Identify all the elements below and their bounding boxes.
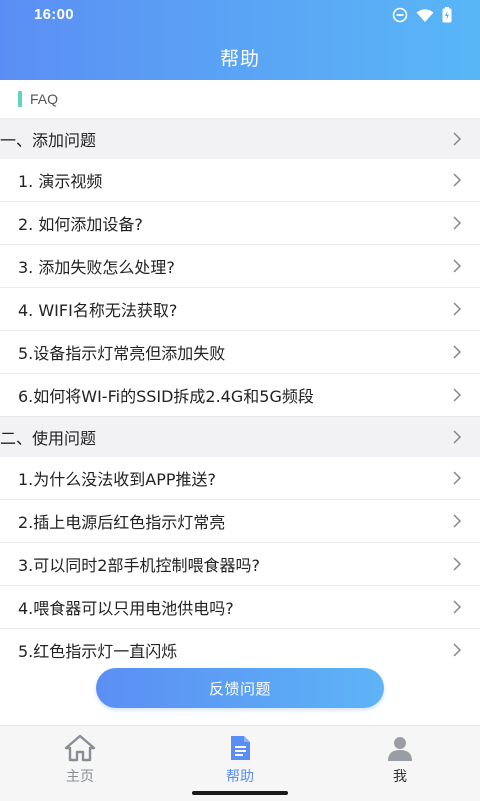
list-item[interactable]: 1. 演示视频 [0,159,480,202]
chevron-right-icon [453,345,462,359]
feedback-button[interactable]: 反馈问题 [96,668,384,708]
faq-label-text: FAQ [30,91,59,107]
document-icon [231,736,250,760]
chevron-right-icon [453,302,462,316]
tab-me[interactable]: 我 [340,734,460,786]
list-item[interactable]: 5.设备指示灯常亮但添加失败 [0,331,480,374]
list-item-label: 6.如何将WI-Fi的SSID拆成2.4G和5G频段 [18,387,314,406]
bottom-tab-bar: 主页 帮助 我 [0,725,480,801]
list-item-label: 2.插上电源后红色指示灯常亮 [18,513,226,532]
list-item[interactable]: 2. 如何添加设备? [0,202,480,245]
chevron-right-icon [453,471,462,485]
list-item-label: 4. WIFI名称无法获取? [18,301,178,320]
chevron-right-icon [453,557,462,571]
tab-label: 帮助 [226,769,254,785]
section-title: 一、添加问题 [0,131,97,150]
list-item[interactable]: 1.为什么没法收到APP推送? [0,457,480,500]
list-item[interactable]: 5.红色指示灯一直闪烁 [0,629,480,671]
list-item-label: 5.设备指示灯常亮但添加失败 [18,344,226,363]
feedback-area: 反馈问题 [0,668,480,708]
list-item-label: 1. 演示视频 [18,172,103,191]
tab-help[interactable]: 帮助 [180,734,300,786]
list-item[interactable]: 6.如何将WI-Fi的SSID拆成2.4G和5G频段 [0,374,480,416]
faq-marker [18,91,22,107]
list-item-label: 3.可以同时2部手机控制喂食器吗? [18,556,260,575]
status-icons [392,7,452,23]
chevron-right-icon [453,388,462,402]
do-not-disturb-icon [392,7,408,23]
tab-label: 我 [393,769,407,785]
section-items-add: 1. 演示视频 2. 如何添加设备? 3. 添加失败怎么处理? 4. WIFI名… [0,159,480,416]
list-item-label: 2. 如何添加设备? [18,215,143,234]
home-icon [64,734,96,762]
chevron-right-icon [453,430,462,444]
status-bar: 16:00 [0,0,480,30]
section-items-usage: 1.为什么没法收到APP推送? 2.插上电源后红色指示灯常亮 3.可以同时2部手… [0,457,480,671]
page-title: 帮助 [219,48,260,70]
app-header: 16:00 帮助 [0,0,480,80]
section-header-usage[interactable]: 二、使用问题 [0,416,480,457]
chevron-right-icon [453,259,462,273]
section-header-add[interactable]: 一、添加问题 [0,118,480,159]
section-title: 二、使用问题 [0,429,97,448]
list-item-label: 4.喂食器可以只用电池供电吗? [18,599,234,618]
wifi-icon [416,8,434,22]
chevron-right-icon [453,173,462,187]
faq-content: FAQ 一、添加问题 1. 演示视频 2. 如何添加设备? 3. 添加失败怎么处… [0,80,480,725]
list-item[interactable]: 4. WIFI名称无法获取? [0,288,480,331]
status-time: 16:00 [34,6,74,23]
chevron-right-icon [453,514,462,528]
chevron-right-icon [453,643,462,657]
list-item-label: 1.为什么没法收到APP推送? [18,470,217,489]
person-icon [388,737,412,761]
list-item[interactable]: 3.可以同时2部手机控制喂食器吗? [0,543,480,586]
list-item[interactable]: 3. 添加失败怎么处理? [0,245,480,288]
list-item[interactable]: 2.插上电源后红色指示灯常亮 [0,500,480,543]
chevron-right-icon [453,132,462,146]
list-item-label: 5.红色指示灯一直闪烁 [18,642,178,661]
list-item[interactable]: 4.喂食器可以只用电池供电吗? [0,586,480,629]
tab-label: 主页 [66,769,94,785]
faq-label: FAQ [0,80,480,118]
list-item-label: 3. 添加失败怎么处理? [18,258,175,277]
home-indicator [192,791,288,795]
chevron-right-icon [453,216,462,230]
chevron-right-icon [453,600,462,614]
battery-icon [442,7,452,23]
tab-home[interactable]: 主页 [20,734,140,786]
